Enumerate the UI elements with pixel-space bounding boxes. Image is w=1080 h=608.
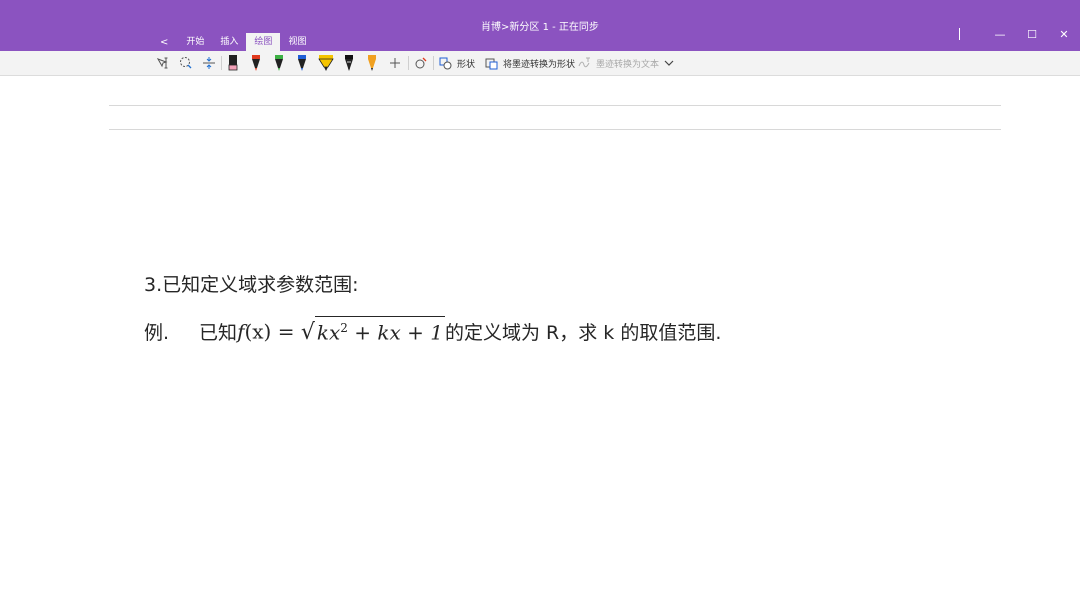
shapes-icon xyxy=(439,57,452,69)
minimize-button[interactable]: — xyxy=(984,26,1016,42)
radicand-a: kx xyxy=(316,320,341,345)
yellow-highlighter-icon[interactable] xyxy=(316,51,336,75)
red-pen-icon[interactable] xyxy=(247,51,265,75)
ink-to-shape-button[interactable]: 将墨迹转换为形状 xyxy=(485,51,575,75)
page-rule xyxy=(109,129,1001,130)
draw-ribbon: 形状 将墨迹转换为形状 墨迹转换为文本 xyxy=(0,51,1080,76)
lasso-select-icon[interactable] xyxy=(177,51,195,75)
green-pen-icon[interactable] xyxy=(270,51,288,75)
ink-replay-icon[interactable] xyxy=(412,51,430,75)
black-marker-icon[interactable] xyxy=(224,51,242,75)
ribbon-tabs: < 开始 插入 绘图 视图 xyxy=(150,33,314,51)
exponent: 2 xyxy=(340,321,348,335)
radicand-b: + kx + 1 xyxy=(347,320,443,345)
ribbon-divider xyxy=(408,56,409,70)
ribbon-divider xyxy=(221,56,222,70)
section-heading: 3.已知定义域求参数范围: xyxy=(144,274,359,296)
radicand: kx2 + kx + 1 xyxy=(314,316,445,345)
black-pen-icon[interactable] xyxy=(340,51,358,75)
blue-pen-icon[interactable] xyxy=(293,51,311,75)
window-controls: — ☐ ✕ xyxy=(959,26,1080,42)
insert-space-icon[interactable] xyxy=(200,51,218,75)
ink-to-shape-label: 将墨迹转换为形状 xyxy=(503,59,576,70)
page-rule xyxy=(109,105,1001,106)
example-known: 已知 xyxy=(199,321,238,344)
close-button[interactable]: ✕ xyxy=(1048,26,1080,42)
back-button[interactable]: < xyxy=(150,33,178,51)
note-page[interactable]: 3.已知定义域求参数范围: 例. 已知 f(x) = √ kx2 + kx + 1… xyxy=(0,76,1080,608)
radical-sign: √ xyxy=(300,319,315,345)
example-prefix: 例. xyxy=(144,321,170,344)
tab-insert[interactable]: 插入 xyxy=(212,33,246,51)
maximize-button[interactable]: ☐ xyxy=(1016,26,1048,42)
ink-to-shape-icon xyxy=(485,58,498,69)
ribbon-divider xyxy=(433,56,434,70)
ink-to-text-label: 墨迹转换为文本 xyxy=(596,59,660,70)
ink-to-text-button[interactable]: 墨迹转换为文本 xyxy=(578,51,659,75)
tab-home[interactable]: 开始 xyxy=(178,33,212,51)
shapes-button[interactable]: 形状 xyxy=(439,51,475,75)
example-rest: 的定义域为 R，求 k 的取值范围. xyxy=(445,321,722,344)
shapes-label: 形状 xyxy=(457,59,476,70)
ink-to-text-icon xyxy=(578,57,590,67)
window-controls-divider xyxy=(959,28,960,40)
tab-draw[interactable]: 绘图 xyxy=(246,33,281,51)
function-expression: f(x) = √ kx2 + kx + 1 xyxy=(237,316,445,344)
math-x-paren: (x) xyxy=(244,319,272,344)
type-select-tool-icon[interactable] xyxy=(154,51,172,75)
add-pen-icon[interactable] xyxy=(386,51,404,75)
example-line: 例. 已知 f(x) = √ kx2 + kx + 1 的定义域为 R，求 k 的… xyxy=(144,316,721,345)
tab-view[interactable]: 视图 xyxy=(280,33,314,51)
math-equals: = xyxy=(271,319,301,344)
title-bar: 肖博>新分区 1 - 正在同步 < 开始 插入 绘图 视图 — ☐ ✕ xyxy=(0,0,1080,51)
square-root: √ kx2 + kx + 1 xyxy=(301,316,445,344)
ribbon-expand-chevron-icon[interactable] xyxy=(662,51,676,75)
orange-pen-icon[interactable] xyxy=(363,51,381,75)
